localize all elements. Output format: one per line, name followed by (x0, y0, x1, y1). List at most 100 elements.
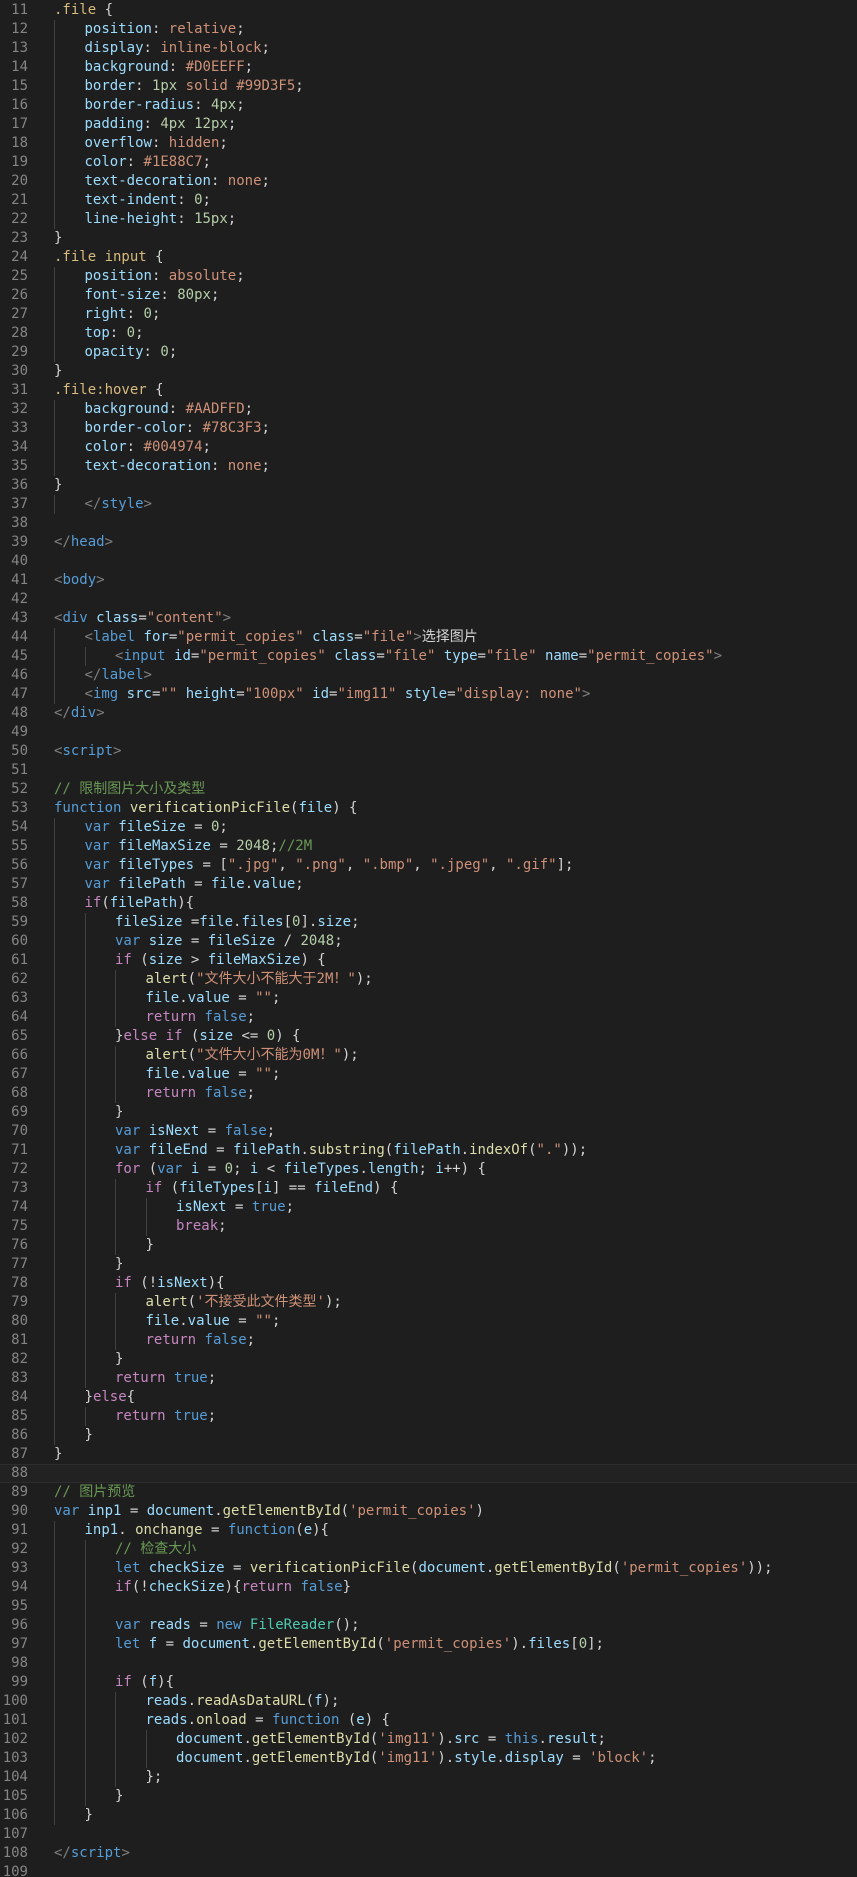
code-line[interactable]: 63 file.value = ""; (0, 989, 857, 1008)
code-line[interactable]: 104}; (0, 1768, 857, 1787)
code-line[interactable]: 66 alert("文件大小不能为0M！"); (0, 1046, 857, 1065)
code-line[interactable]: 72 for (var i = 0; i < fileTypes.length; … (0, 1160, 857, 1179)
code-line[interactable]: 27 right: 0; (0, 305, 857, 324)
code-line[interactable]: 40 (0, 552, 857, 571)
code-line[interactable]: 93 let checkSize = verificationPicFile (do… (0, 1559, 857, 1578)
code-line[interactable]: 77} (0, 1255, 857, 1274)
code-line[interactable]: 49 (0, 723, 857, 742)
code-line[interactable]: 103 document.getElementById('img11').styl… (0, 1749, 857, 1768)
code-line[interactable]: 94 if(!checkSize){return false} (0, 1578, 857, 1597)
code-line[interactable]: 95 (0, 1597, 857, 1616)
code-line[interactable]: 29 opacity: 0; (0, 343, 857, 362)
code-line[interactable]: 56 var fileTypes = [".jpg", ".png", ".bmp… (0, 856, 857, 875)
code-line[interactable]: 33 border-color: #78C3F3; (0, 419, 857, 438)
code-line[interactable]: 96 var reads = new FileReader(); (0, 1616, 857, 1635)
code-line[interactable]: 12 position: relative; (0, 20, 857, 39)
code-line[interactable]: 64 return false; (0, 1008, 857, 1027)
code-line[interactable]: 35 text-decoration: none; (0, 457, 857, 476)
code-line[interactable]: 75 break; (0, 1217, 857, 1236)
code-line[interactable]: 46 </label> (0, 666, 857, 685)
code-line[interactable]: 42 (0, 590, 857, 609)
code-line[interactable]: 39 </head> (0, 533, 857, 552)
code-line[interactable]: 71 var fileEnd = filePath.substring(fileP… (0, 1141, 857, 1160)
code-line[interactable]: 70 var isNext = false; (0, 1122, 857, 1141)
code-line[interactable]: 90 var inp1 = document.getElementById('pe… (0, 1502, 857, 1521)
code-line[interactable]: 89 // 图片预览 (0, 1483, 857, 1502)
code-line[interactable]: 50 <script> (0, 742, 857, 761)
code-line[interactable]: 76} (0, 1236, 857, 1255)
code-line[interactable]: 20 text-decoration: none; (0, 172, 857, 191)
code-line[interactable]: 69} (0, 1103, 857, 1122)
code-line[interactable]: 97 let f = document.getElementById('permi… (0, 1635, 857, 1654)
code-line[interactable]: 59 fileSize =file.files[0].size; (0, 913, 857, 932)
code-line[interactable]: 81 return false; (0, 1331, 857, 1350)
code-line[interactable]: 30} (0, 362, 857, 381)
code-line[interactable]: 22 line-height: 15px; (0, 210, 857, 229)
code-line[interactable]: 48 </div> (0, 704, 857, 723)
code-line[interactable]: 99 if (f){ (0, 1673, 857, 1692)
code-line[interactable]: 87} (0, 1445, 857, 1464)
code-line[interactable]: 106} (0, 1806, 857, 1825)
code-line[interactable]: 62 alert("文件大小不能大于2M！"); (0, 970, 857, 989)
code-line[interactable]: 84}else{ (0, 1388, 857, 1407)
code-line[interactable]: 82} (0, 1350, 857, 1369)
code-line[interactable]: 52 // 限制图片大小及类型 (0, 780, 857, 799)
code-line[interactable]: 57 var filePath = file.value; (0, 875, 857, 894)
code-line[interactable]: 105} (0, 1787, 857, 1806)
code-line[interactable]: 23} (0, 229, 857, 248)
code-line[interactable]: 61 if (size > fileMaxSize) { (0, 951, 857, 970)
code-line[interactable]: 26 font-size: 80px; (0, 286, 857, 305)
code-line[interactable]: 65}else if (size <= 0) { (0, 1027, 857, 1046)
code-line[interactable]: 86} (0, 1426, 857, 1445)
code-line[interactable]: 74 isNext = true; (0, 1198, 857, 1217)
code-line[interactable]: 36} (0, 476, 857, 495)
code-line[interactable]: 43 <div class="content"> (0, 609, 857, 628)
code-line[interactable]: 34 color: #004974; (0, 438, 857, 457)
code-line[interactable]: 14 background: #D0EEFF; (0, 58, 857, 77)
code-line[interactable]: 44 <label for="permit_copies" class="file… (0, 628, 857, 647)
code-line[interactable]: 32 background: #AADFFD; (0, 400, 857, 419)
code-line[interactable]: 37 </style> (0, 495, 857, 514)
code-line[interactable]: 24 .file input { (0, 248, 857, 267)
code-line[interactable]: 78 if (!isNext){ (0, 1274, 857, 1293)
code-line[interactable]: 11 .file { (0, 1, 857, 20)
code-line[interactable]: 88 (0, 1464, 857, 1483)
code-line[interactable]: 38 (0, 514, 857, 533)
code-line[interactable]: 41 <body> (0, 571, 857, 590)
code-line[interactable]: 45 <input id="permit_copies" class="file"… (0, 647, 857, 666)
code-editor[interactable]: 11 .file {12 position: relative; 13 display:… (0, 0, 857, 1877)
code-line[interactable]: 80 file.value = ""; (0, 1312, 857, 1331)
code-line[interactable]: 58 if(filePath){ (0, 894, 857, 913)
code-line[interactable]: 51 (0, 761, 857, 780)
code-line[interactable]: 60 var size = fileSize / 2048; (0, 932, 857, 951)
code-line[interactable]: 16 border-radius: 4px; (0, 96, 857, 115)
code-line[interactable]: 54 var fileSize = 0; (0, 818, 857, 837)
code-line[interactable]: 18 overflow: hidden; (0, 134, 857, 153)
code-line[interactable]: 17 padding: 4px 12px; (0, 115, 857, 134)
code-line[interactable]: 102 document.getElementById('img11').src … (0, 1730, 857, 1749)
code-line[interactable]: 25 position: absolute; (0, 267, 857, 286)
code-line[interactable]: 79 alert('不接受此文件类型'); (0, 1293, 857, 1312)
code-line[interactable]: 55 var fileMaxSize = 2048;//2M (0, 837, 857, 856)
code-line[interactable]: 98 (0, 1654, 857, 1673)
code-line[interactable]: 68 return false; (0, 1084, 857, 1103)
code-line[interactable]: 92 // 检查大小 (0, 1540, 857, 1559)
code-line[interactable]: 47 <img src="" height="100px" id="img11" … (0, 685, 857, 704)
code-line[interactable]: 19 color: #1E88C7; (0, 153, 857, 172)
code-line[interactable]: 109 (0, 1863, 857, 1877)
code-line[interactable]: 73 if (fileTypes[i] == fileEnd) { (0, 1179, 857, 1198)
code-line[interactable]: 13 display: inline-block; (0, 39, 857, 58)
code-line[interactable]: 91 inp1. onchange = function(e){ (0, 1521, 857, 1540)
code-line[interactable]: 53 function verificationPicFile(file) { (0, 799, 857, 818)
code-line[interactable]: 21 text-indent: 0; (0, 191, 857, 210)
code-line[interactable]: 15 border: 1px solid #99D3F5; (0, 77, 857, 96)
code-line[interactable]: 28 top: 0; (0, 324, 857, 343)
code-line[interactable]: 85 return true; (0, 1407, 857, 1426)
code-line[interactable]: 67 file.value = ""; (0, 1065, 857, 1084)
code-line[interactable]: 107 (0, 1825, 857, 1844)
code-line[interactable]: 101 reads.onload = function (e) { (0, 1711, 857, 1730)
code-line[interactable]: 83 return true; (0, 1369, 857, 1388)
code-line[interactable]: 108 </script> (0, 1844, 857, 1863)
code-line[interactable]: 100 reads.readAsDataURL(f); (0, 1692, 857, 1711)
code-line[interactable]: 31 .file:hover { (0, 381, 857, 400)
